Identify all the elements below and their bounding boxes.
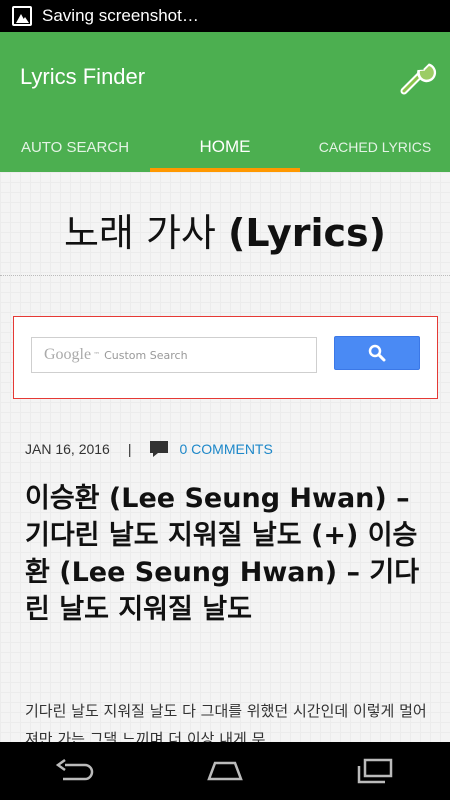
search-box: Google ™ Custom Search bbox=[13, 316, 438, 399]
tab-home[interactable]: HOME bbox=[150, 122, 300, 172]
comments-link[interactable]: 0 COMMENTS bbox=[179, 441, 272, 457]
post-date: JAN 16, 2016 bbox=[25, 441, 110, 457]
site-title-korean: 노래 가사 bbox=[63, 211, 228, 255]
tab-bar: AUTO SEARCH HOME CACHED LYRICS bbox=[0, 122, 450, 172]
google-logo: Google bbox=[44, 346, 92, 363]
tab-cached-lyrics[interactable]: CACHED LYRICS bbox=[300, 122, 450, 172]
home-icon bbox=[207, 761, 243, 781]
status-bar: Saving screenshot… bbox=[0, 0, 450, 32]
search-button[interactable] bbox=[334, 336, 420, 370]
wrench-icon[interactable] bbox=[398, 60, 438, 96]
app-bar: Lyrics Finder AUTO SEARCH HOME CACHED LY… bbox=[0, 32, 450, 172]
tab-auto-search[interactable]: AUTO SEARCH bbox=[0, 122, 150, 172]
page-content: 노래 가사 (Lyrics) Google ™ Custom Search JA… bbox=[0, 172, 450, 742]
search-input[interactable]: Google ™ Custom Search bbox=[31, 337, 317, 373]
search-icon bbox=[368, 344, 386, 362]
post-meta: JAN 16, 2016 | 0 COMMENTS bbox=[25, 440, 273, 458]
image-icon bbox=[12, 6, 32, 26]
site-title-latin: (Lyrics) bbox=[227, 211, 387, 255]
trademark: ™ bbox=[93, 351, 101, 359]
recents-button[interactable] bbox=[345, 751, 405, 791]
home-button[interactable] bbox=[195, 751, 255, 791]
nav-bar bbox=[0, 742, 450, 800]
post-title[interactable]: 이승환 (Lee Seung Hwan) – 기다린 날도 지워질 날도 (+)… bbox=[25, 480, 435, 628]
recents-icon bbox=[357, 758, 393, 784]
comment-icon bbox=[150, 441, 169, 457]
divider bbox=[0, 275, 450, 276]
back-icon bbox=[55, 759, 94, 781]
app-title: Lyrics Finder bbox=[20, 64, 146, 89]
site-title[interactable]: 노래 가사 (Lyrics) bbox=[0, 202, 450, 257]
search-placeholder: Custom Search bbox=[104, 348, 188, 362]
status-text: Saving screenshot… bbox=[42, 6, 199, 25]
post-body: 기다린 날도 지워질 날도 다 그대를 위했던 시간인데 이렇게 멀어져만 가는… bbox=[25, 702, 427, 742]
back-button[interactable] bbox=[45, 751, 105, 791]
meta-separator: | bbox=[127, 441, 132, 457]
